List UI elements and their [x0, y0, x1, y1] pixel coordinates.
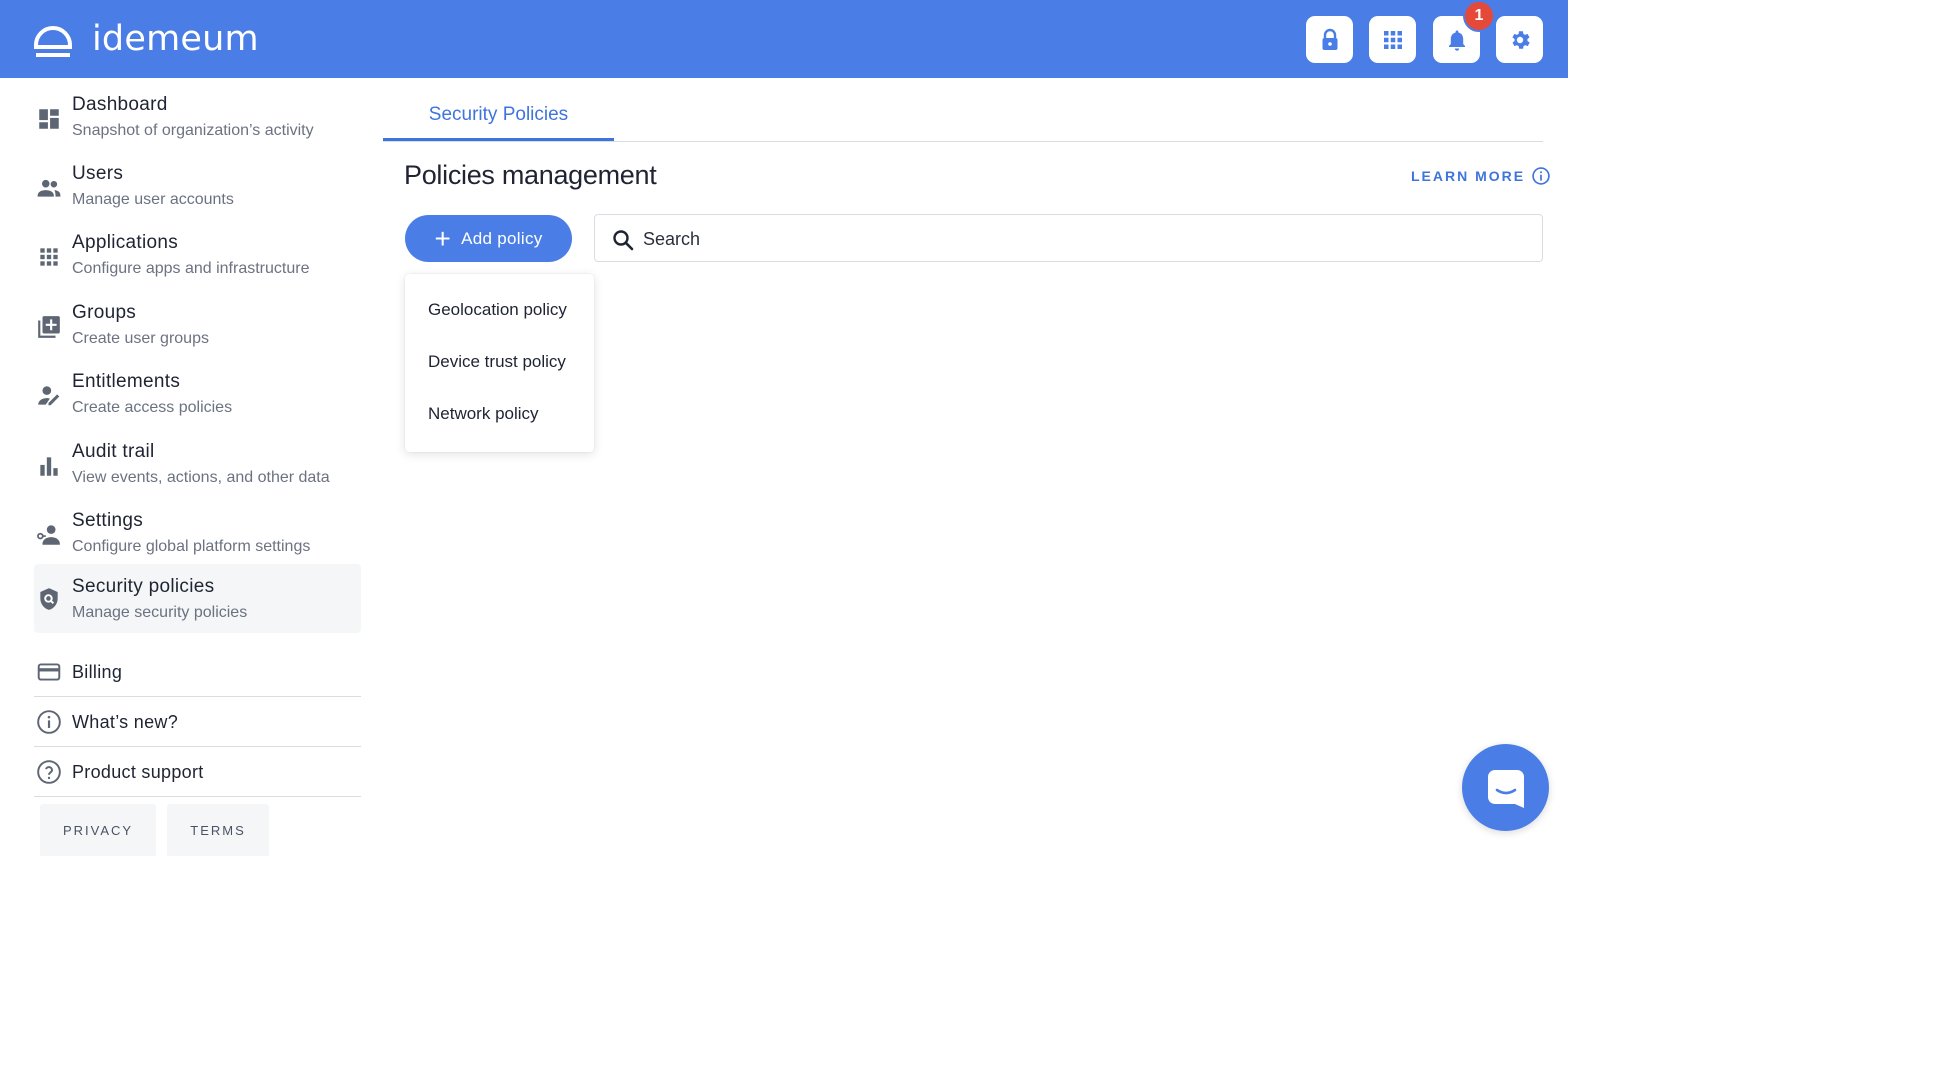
gear-icon: [1511, 30, 1530, 49]
sidebar-item-users[interactable]: Users Manage user accounts: [34, 153, 361, 222]
dashboard-icon: [36, 106, 62, 132]
add-policy-label: Add policy: [461, 228, 543, 248]
settings-button[interactable]: [1496, 16, 1543, 63]
sidebar-item-title: Security policies: [72, 576, 215, 597]
sidebar-item-title: Dashboard: [72, 94, 168, 115]
search-input[interactable]: [643, 223, 1523, 255]
add-group-icon: [36, 314, 62, 340]
sidebar-item-title: Entitlements: [72, 371, 181, 392]
brand[interactable]: idemeum: [32, 18, 259, 60]
sidebar-link-label: Product support: [72, 762, 204, 782]
sidebar-item-subtitle: Snapshot of organization’s activity: [72, 122, 314, 139]
apps-grid-icon: [36, 244, 62, 270]
apps-grid-button[interactable]: [1369, 16, 1416, 63]
help-icon: [36, 759, 62, 785]
sidebar-link-label: What’s new?: [72, 712, 179, 732]
apps-grid-icon: [1383, 30, 1402, 49]
sidebar-item-applications[interactable]: Applications Configure apps and infrastr…: [34, 222, 361, 291]
add-policy-button[interactable]: + Add policy: [405, 215, 572, 262]
sidebar-item-groups[interactable]: Groups Create user groups: [34, 292, 361, 361]
terms-link[interactable]: TERMS: [167, 804, 269, 856]
plus-icon: +: [434, 222, 452, 254]
menu-item-network-policy[interactable]: Network policy: [405, 392, 594, 436]
sidebar-item-title: Audit trail: [72, 441, 155, 462]
add-policy-menu: Geolocation policy Device trust policy N…: [405, 274, 594, 452]
shield-search-icon: [36, 586, 62, 612]
sidebar-item-subtitle: Configure global platform settings: [72, 538, 311, 555]
sidebar-item-title: Settings: [72, 510, 144, 531]
sidebar-item-settings[interactable]: Settings Configure global platform setti…: [34, 500, 361, 569]
sidebar-link-label: Billing: [72, 662, 123, 682]
info-icon: [36, 709, 62, 735]
learn-more-link[interactable]: LEARN MORE: [1411, 166, 1551, 186]
notification-badge: 1: [1463, 0, 1495, 32]
lock-button[interactable]: [1306, 16, 1353, 63]
sidebar-item-subtitle: Configure apps and infrastructure: [72, 260, 310, 277]
sidebar-item-subtitle: Create access policies: [72, 399, 233, 416]
menu-item-device-trust-policy[interactable]: Device trust policy: [405, 340, 594, 384]
privacy-link[interactable]: PRIVACY: [40, 804, 156, 856]
sidebar-item-subtitle: Create user groups: [72, 330, 209, 347]
credit-card-icon: [36, 659, 62, 685]
tab-security-policies[interactable]: Security Policies: [383, 92, 614, 142]
users-icon: [36, 175, 62, 201]
sidebar-item-subtitle: Manage user accounts: [72, 191, 234, 208]
learn-more-label: LEARN MORE: [1411, 168, 1526, 184]
info-icon: [1532, 167, 1550, 185]
user-edit-icon: [36, 383, 62, 409]
idemeum-logo-icon: [34, 26, 72, 57]
sidebar-item-title: Users: [72, 163, 124, 184]
sidebar-item-title: Applications: [72, 232, 179, 253]
sidebar-item-audit-trail[interactable]: Audit trail View events, actions, and ot…: [34, 431, 361, 500]
chat-icon: [1487, 769, 1524, 808]
top-bar: idemeum 1: [0, 0, 1568, 78]
sidebar-item-subtitle: View events, actions, and other data: [72, 469, 330, 486]
bar-chart-icon: [36, 453, 62, 479]
chat-launcher-button[interactable]: [1462, 744, 1549, 831]
page-title: Policies management: [404, 160, 657, 190]
sidebar-item-dashboard[interactable]: Dashboard Snapshot of organization’s act…: [34, 84, 361, 153]
tab-divider: [383, 141, 1543, 142]
user-settings-icon: [36, 522, 62, 548]
brand-name: idemeum: [92, 19, 259, 59]
sidebar-link-product-support[interactable]: Product support: [34, 747, 361, 797]
lock-icon: [1322, 28, 1337, 50]
sidebar-item-security-policies[interactable]: Security policies Manage security polici…: [34, 564, 361, 633]
search-icon: [613, 230, 634, 251]
search-box[interactable]: [594, 214, 1543, 262]
sidebar-item-subtitle: Manage security policies: [72, 604, 248, 621]
sidebar-item-title: Groups: [72, 302, 137, 323]
bell-icon: [1448, 30, 1465, 51]
sidebar-item-entitlements[interactable]: Entitlements Create access policies: [34, 361, 361, 430]
sidebar-link-whats-new[interactable]: What’s new?: [34, 697, 361, 747]
sidebar-link-billing[interactable]: Billing: [34, 647, 361, 697]
menu-item-geolocation-policy[interactable]: Geolocation policy: [405, 288, 594, 332]
